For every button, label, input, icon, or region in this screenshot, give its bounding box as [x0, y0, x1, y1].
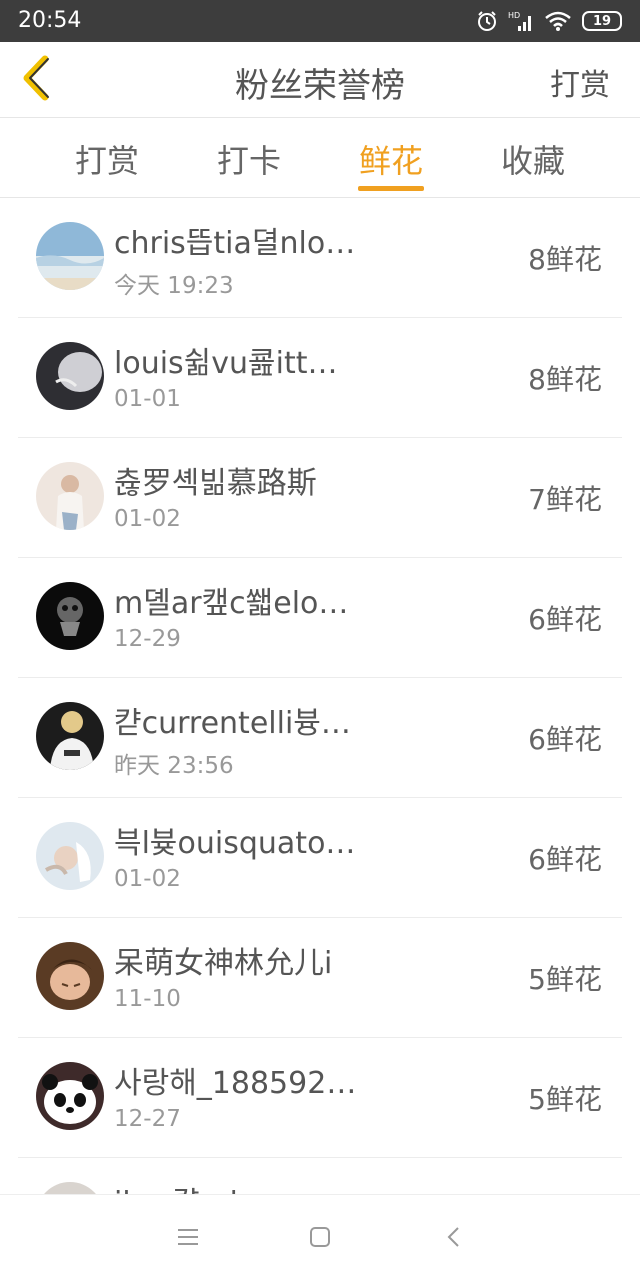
flower-count: 5鲜花 — [528, 1083, 602, 1116]
system-nav-bar — [0, 1194, 640, 1280]
tab-reward[interactable]: 打赏 — [62, 136, 152, 182]
avatar — [36, 822, 104, 890]
fan-time: 01-02 — [114, 866, 181, 892]
fan-name: chris뜹tia뎔nlo… — [114, 226, 356, 261]
active-tab-indicator — [358, 186, 424, 191]
home-button[interactable] — [300, 1219, 340, 1259]
page-title: 粉丝荣誉榜 — [235, 66, 405, 106]
flower-count: 5鲜花 — [528, 963, 602, 996]
list-item[interactable]: 呆萌女神林允儿i 11-10 5鲜花 — [0, 918, 640, 1038]
fan-name: louis쉶vu쿒itt… — [114, 346, 338, 381]
avatar — [36, 1182, 104, 1194]
fan-time: 今天 19:23 — [114, 273, 234, 299]
flower-count: 7鲜花 — [528, 483, 602, 516]
fan-time: 12-29 — [114, 626, 181, 652]
tab-flowers[interactable]: 鲜花 — [346, 136, 436, 182]
flower-count: 6鲜花 — [528, 603, 602, 636]
avatar — [36, 342, 104, 410]
list-item[interactable]: 캳currentelli븅… 昨天 23:56 6鲜花 — [0, 678, 640, 798]
avatar — [36, 942, 104, 1010]
fan-name: 븍l븆ouisquato… — [114, 826, 356, 861]
menu-icon — [176, 1226, 200, 1252]
tab-bar: 打赏 打卡 鲜花 收藏 — [0, 118, 640, 198]
flower-count: 6鲜花 — [528, 843, 602, 876]
flower-count: 6鲜花 — [528, 723, 602, 756]
fan-list: chris뜹tia뎔nlo… 今天 19:23 8鲜花 louis쉶vu쿒itt… — [0, 198, 640, 1194]
fan-name: 츊罗셱빎慕路斯 — [114, 466, 317, 501]
list-item[interactable]: 츊罗셱빎慕路斯 01-02 7鲜花 — [0, 438, 640, 558]
header: 粉丝荣誉榜 打赏 — [0, 42, 640, 118]
nav-back-button[interactable] — [434, 1219, 474, 1259]
fan-time: 01-02 — [114, 506, 181, 532]
avatar — [36, 1062, 104, 1130]
fan-name: 사랑해_188592… — [114, 1066, 357, 1101]
list-item[interactable]: chris뜹tia뎔nlo… 今天 19:23 8鲜花 — [0, 198, 640, 318]
list-item[interactable]: m뎰ar캪c쐛elo… 12-29 6鲜花 — [0, 558, 640, 678]
list-item[interactable]: 븍l븆ouisquato… 01-02 6鲜花 — [0, 798, 640, 918]
avatar — [36, 582, 104, 650]
avatar — [36, 222, 104, 290]
battery-icon: 19 — [582, 11, 622, 31]
wifi-icon — [544, 10, 572, 32]
fan-name: m뎰ar캪c쐛elo… — [114, 586, 349, 621]
signal-icon: HD — [508, 10, 534, 32]
avatar — [36, 462, 104, 530]
fan-time: 昨天 23:56 — [114, 753, 234, 779]
fan-name: 캳currentelli븅… — [114, 706, 351, 741]
fan-name: 呆萌女神林允儿i — [114, 946, 333, 981]
flower-count: 8鲜花 — [528, 363, 602, 396]
fan-time: 11-10 — [114, 986, 181, 1012]
flower-count: 8鲜花 — [528, 243, 602, 276]
svg-text:HD: HD — [508, 11, 520, 20]
fan-time: 01-01 — [114, 386, 181, 412]
avatar — [36, 702, 104, 770]
status-time: 20:54 — [18, 8, 82, 33]
home-icon — [308, 1225, 332, 1253]
tab-favorites[interactable]: 收藏 — [488, 136, 578, 182]
fan-name: ibra캵nd — [114, 1178, 384, 1194]
tab-checkin[interactable]: 打卡 — [204, 136, 294, 182]
status-bar: 20:54 HD 19 — [0, 0, 640, 42]
menu-button[interactable] — [168, 1219, 208, 1259]
list-item[interactable]: 사랑해_188592… 12-27 5鲜花 — [0, 1038, 640, 1158]
list-item[interactable]: ibra캵nd — [0, 1158, 640, 1194]
alarm-icon — [476, 10, 498, 32]
list-item[interactable]: louis쉶vu쿒itt… 01-01 8鲜花 — [0, 318, 640, 438]
back-icon — [444, 1225, 464, 1253]
fan-time: 12-27 — [114, 1106, 181, 1132]
reward-button[interactable]: 打赏 — [550, 60, 610, 104]
status-icons: HD 19 — [476, 9, 622, 33]
